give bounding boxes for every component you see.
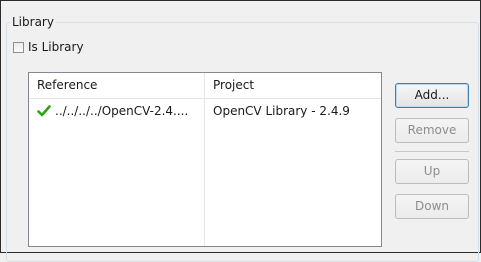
library-panel: Library Is Library Reference Project ../… [0, 0, 481, 262]
is-library-label[interactable]: Is Library [28, 39, 84, 55]
table-row[interactable]: ../../../../OpenCV-2.4.... OpenCV Librar… [29, 100, 381, 122]
column-header-project[interactable]: Project [205, 73, 381, 98]
is-library-checkbox[interactable]: Is Library [13, 39, 84, 55]
reference-table[interactable]: Reference Project ../../../../OpenCV-2.4… [28, 72, 382, 247]
reference-text: ../../../../OpenCV-2.4.... [55, 104, 189, 118]
project-cell[interactable]: OpenCV Library - 2.4.9 [213, 100, 381, 122]
column-header-reference[interactable]: Reference [29, 73, 204, 98]
green-check-icon [37, 105, 51, 117]
remove-button[interactable]: Remove [395, 118, 469, 143]
reference-cell[interactable]: ../../../../OpenCV-2.4.... [37, 100, 203, 122]
up-button[interactable]: Up [395, 159, 469, 184]
table-header: Reference Project [29, 73, 381, 99]
library-group-title: Library [10, 14, 56, 30]
button-separator [395, 151, 469, 152]
add-button[interactable]: Add... [395, 83, 469, 108]
checkbox-box[interactable] [13, 41, 24, 53]
column-separator [204, 73, 205, 246]
down-button[interactable]: Down [395, 194, 469, 219]
